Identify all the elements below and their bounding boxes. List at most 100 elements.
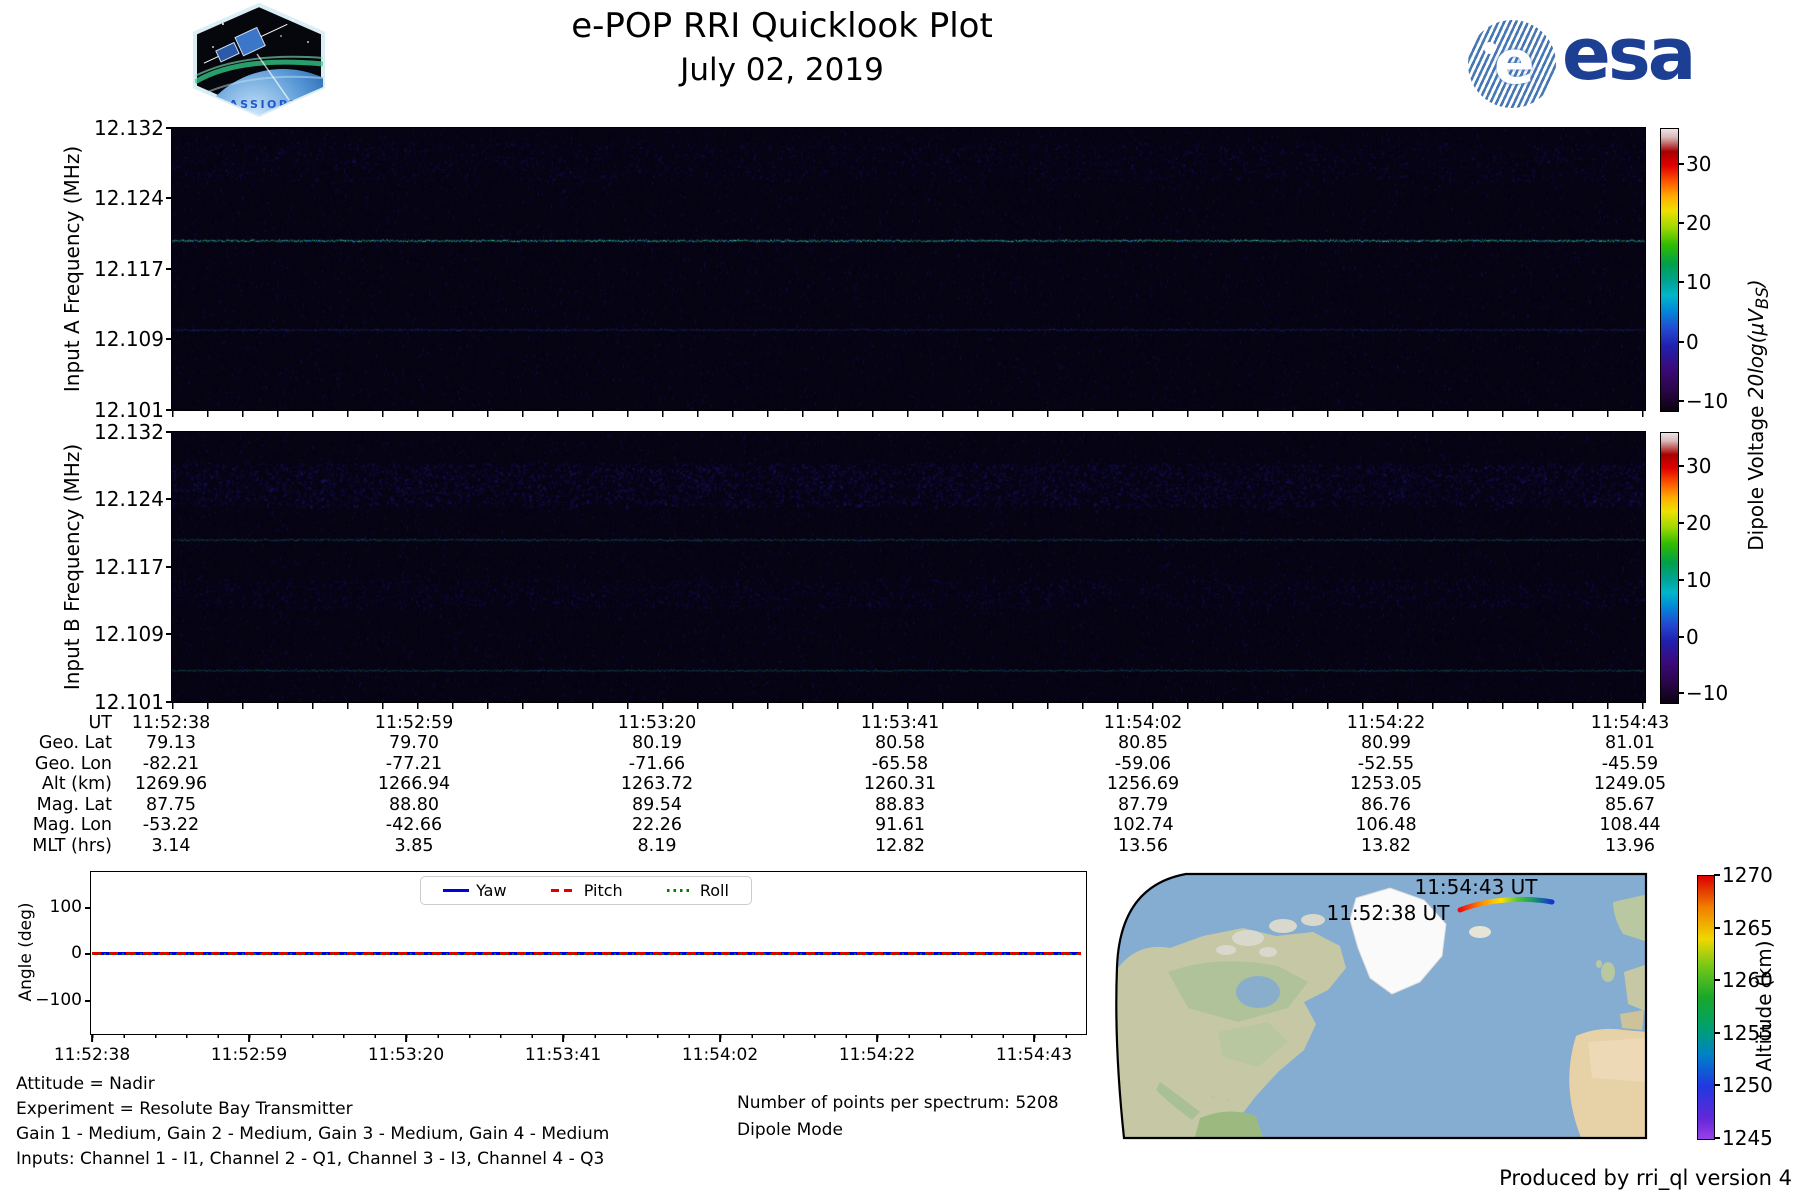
ephemeris-cell: 1249.05 (1593, 774, 1667, 794)
ephemeris-cell: 85.67 (1604, 795, 1656, 815)
altitude-colorbar (1697, 875, 1715, 1140)
legend-item-roll: Roll (666, 881, 729, 900)
ephemeris-cell: 1253.05 (1349, 774, 1423, 794)
ephemeris-cell: -53.22 (142, 815, 200, 835)
experiment-note: Experiment = Resolute Bay Transmitter (16, 1099, 353, 1119)
axis-tick-label: 12.109 (80, 329, 173, 349)
axis-tick-label: 12.101 (80, 400, 173, 420)
ephemeris-cell: 1256.69 (1106, 774, 1180, 794)
ephemeris-cell: 80.99 (1360, 733, 1412, 753)
ephemeris-cell: 3.85 (394, 836, 434, 856)
roll-line-swatch-icon (666, 889, 693, 892)
ephemeris-cell: 79.70 (388, 733, 440, 753)
axis-tick-label: 12.124 (80, 489, 173, 509)
page-title: e-POP RRI Quicklook Plot (571, 6, 993, 46)
ephemeris-cell: -82.21 (142, 754, 200, 774)
roll-line (92, 952, 1081, 955)
ephemeris-cell: 22.26 (631, 815, 683, 835)
altitude-colorbar-label: Altitude (km) (1752, 940, 1776, 1072)
dipole-voltage-colorbar-label: Dipole Voltage 20log(μVBS) (1744, 279, 1772, 551)
colorbar-tick-label: −10 (1677, 389, 1729, 413)
ephemeris-cell: -77.21 (385, 754, 443, 774)
ground-track-map: 11:54:43 UT 11:52:38 UT (1115, 872, 1648, 1140)
ephemeris-cell: 11:53:41 (860, 713, 940, 733)
axis-tick-label: 11:54:43 (974, 1045, 1094, 1065)
spectrogram-b-canvas (171, 431, 1646, 703)
colorbar-tick-label: 30 (1677, 454, 1712, 478)
colorbar-tick-label: 10 (1677, 270, 1712, 294)
legend-item-pitch: Pitch (550, 881, 623, 900)
colorbar-tick-label: −10 (1677, 681, 1729, 705)
table-row: UT 11:52:38 11:52:59 11:53:20 11:53:41 1… (0, 713, 1800, 734)
angle-legend: Yaw Pitch Roll (420, 876, 752, 905)
axis-tick-label: 11:52:59 (189, 1045, 309, 1065)
colorbar-tick-label: 10 (1677, 568, 1712, 592)
ephemeris-cell: 89.54 (631, 795, 683, 815)
colorbar-tick-label: 1250 (1714, 1073, 1773, 1097)
track-start-label: 11:52:38 UT (1326, 901, 1450, 925)
ephemeris-cell: 91.61 (874, 815, 926, 835)
ephemeris-cell: 1260.31 (863, 774, 937, 794)
axis-tick-label: 11:54:22 (817, 1045, 937, 1065)
ephemeris-cell: 106.48 (1355, 815, 1417, 835)
table-row: MLT (hrs) 3.14 3.85 8.19 12.82 13.56 13.… (0, 836, 1800, 857)
ephemeris-cell: 108.44 (1599, 815, 1661, 835)
colorbar-tick-label: 1265 (1714, 916, 1773, 940)
axis-tick-label: 12.132 (80, 118, 173, 138)
ephemeris-cell: 86.76 (1360, 795, 1412, 815)
colorbar-tick-label: 0 (1678, 330, 1699, 354)
axis-tick-label: 12.132 (80, 422, 173, 442)
esa-wordmark: esa (1562, 12, 1696, 96)
ephemeris-cell: 11:54:43 (1590, 713, 1670, 733)
produced-by-note: Produced by rri_ql version 4 (1499, 1166, 1792, 1190)
ephemeris-cell: 80.58 (874, 733, 926, 753)
ephemeris-cell: 80.19 (631, 733, 683, 753)
colorbar-b (1660, 432, 1679, 704)
legend-label: Pitch (583, 881, 623, 900)
x-minor-ticks (172, 703, 1645, 709)
esa-logo-icon: e (1468, 20, 1556, 108)
colorbar-tick-label: 0 (1678, 625, 1699, 649)
colorbar-tick-label: 1245 (1714, 1126, 1773, 1150)
colorbar-tick-label: 20 (1677, 211, 1712, 235)
axis-tick-label: 100 (18, 899, 91, 916)
legend-label: Yaw (476, 881, 507, 900)
table-row: Alt (km) 1269.96 1266.94 1263.72 1260.31… (0, 774, 1800, 795)
inputs-note: Inputs: Channel 1 - I1, Channel 2 - Q1, … (16, 1149, 605, 1169)
ephemeris-cell: -42.66 (385, 815, 443, 835)
ephemeris-cell: 87.79 (1117, 795, 1169, 815)
track-end-label: 11:54:43 UT (1414, 875, 1538, 899)
mode-note: Dipole Mode (737, 1120, 843, 1140)
ephemeris-cell: 13.82 (1360, 836, 1412, 856)
ephemeris-cell: 80.85 (1117, 733, 1169, 753)
cassiope-mission-patch-icon: CASSIOPE (193, 2, 325, 118)
ephemeris-cell: -71.66 (628, 754, 686, 774)
axis-tick-label: 11:53:20 (346, 1045, 466, 1065)
attitude-note: Attitude = Nadir (16, 1074, 155, 1094)
axis-tick-label: −100 (18, 992, 91, 1009)
table-row: Geo. Lon -82.21 -77.21 -71.66 -65.58 -59… (0, 754, 1800, 775)
ephemeris-cell: -45.59 (1601, 754, 1659, 774)
axis-tick-label: 12.117 (80, 557, 173, 577)
axis-tick-label: 0 (18, 945, 91, 962)
ephemeris-cell: -65.58 (871, 754, 929, 774)
esa-logo-e: e (1494, 28, 1535, 98)
ephemeris-cell: -59.06 (1114, 754, 1172, 774)
ephemeris-cell: 13.56 (1117, 836, 1169, 856)
table-row: Mag. Lat 87.75 88.80 89.54 88.83 87.79 8… (0, 795, 1800, 816)
points-note: Number of points per spectrum: 5208 (737, 1093, 1059, 1113)
x-minor-ticks (92, 1034, 1083, 1038)
legend-item-yaw: Yaw (443, 881, 507, 900)
axis-tick-label: 11:52:38 (32, 1045, 152, 1065)
ephemeris-cell: 88.83 (874, 795, 926, 815)
ephemeris-cell: 11:52:38 (131, 713, 211, 733)
ephemeris-cell: 1269.96 (134, 774, 208, 794)
ephemeris-cell: -52.55 (1357, 754, 1415, 774)
colorbar-tick-label: 1270 (1714, 863, 1773, 887)
ephemeris-cell: 12.82 (874, 836, 926, 856)
ephemeris-cell: 3.14 (151, 836, 191, 856)
colorbar-tick-label: 20 (1677, 511, 1712, 535)
colorbar-tick-label: 30 (1677, 152, 1712, 176)
axis-tick-label: 11:54:02 (660, 1045, 780, 1065)
quicklook-figure: CASSIOPE e-POP RRI Quicklook Plot July 0… (0, 0, 1800, 1200)
